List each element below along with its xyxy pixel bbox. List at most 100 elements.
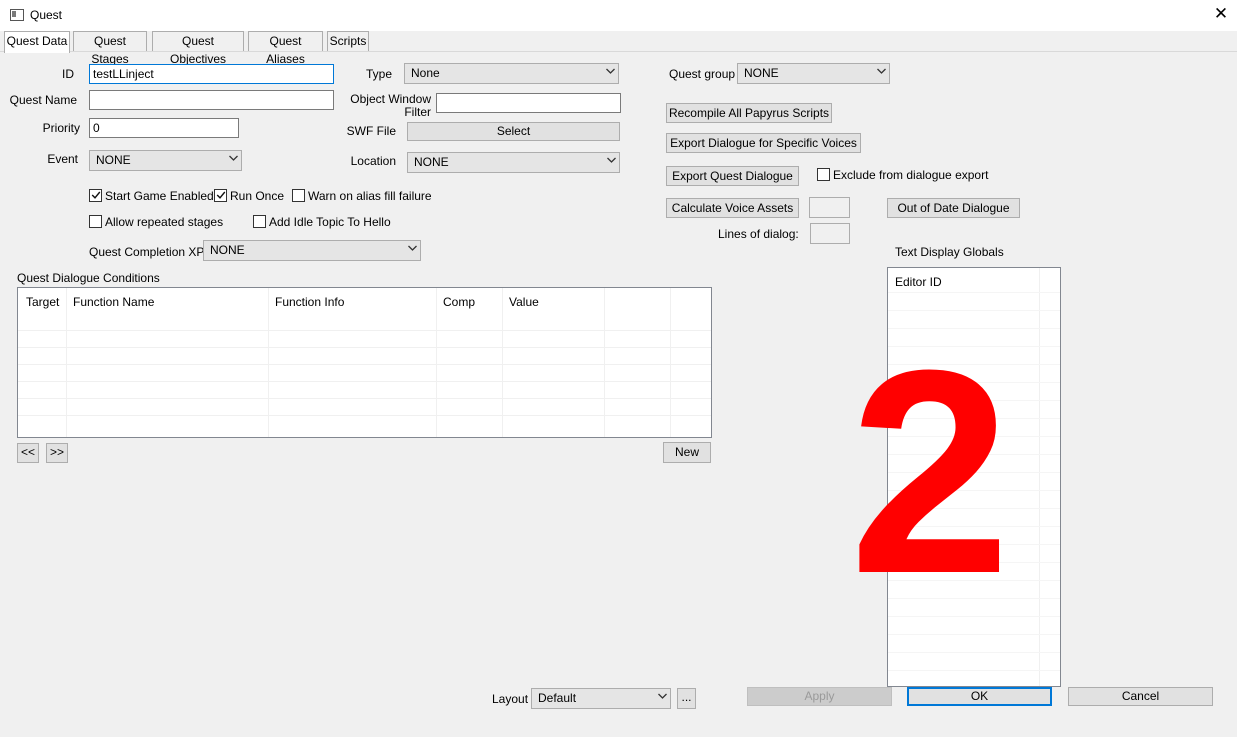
swf-file-label: SWF File (346, 124, 396, 138)
location-value: NONE (414, 155, 449, 169)
row-divider (18, 415, 711, 416)
run-once-checkbox[interactable] (214, 189, 227, 202)
column-header-function-name[interactable]: Function Name (73, 295, 154, 309)
quest-completion-xp-value: NONE (210, 243, 245, 257)
quest-completion-xp-label: Quest Completion XP (89, 245, 205, 259)
window-title: Quest (30, 8, 63, 22)
layout-options-button[interactable]: ... (677, 688, 696, 709)
row-divider (18, 398, 711, 399)
run-once-label[interactable]: Run Once (230, 189, 284, 203)
start-game-enabled-checkbox[interactable] (89, 189, 102, 202)
lines-of-dialog-field (810, 223, 850, 244)
next-page-button[interactable]: >> (46, 443, 68, 463)
priority-input[interactable]: 0 (89, 118, 239, 138)
layout-label: Layout (492, 692, 529, 706)
tab-scripts[interactable]: Scripts (327, 31, 369, 51)
start-game-enabled-label[interactable]: Start Game Enabled (105, 189, 214, 203)
layout-dropdown[interactable]: Default (531, 688, 671, 709)
text-display-globals-label: Text Display Globals (895, 245, 1004, 259)
event-value: NONE (96, 153, 131, 167)
apply-button[interactable]: Apply (747, 687, 892, 706)
event-label: Event (47, 152, 78, 166)
conditions-label: Quest Dialogue Conditions (17, 271, 160, 285)
chevron-down-icon (408, 245, 417, 252)
check-icon (91, 191, 101, 199)
warn-alias-checkbox[interactable] (292, 189, 305, 202)
quest-name-label: Quest Name (9, 93, 77, 107)
warn-alias-label[interactable]: Warn on alias fill failure (308, 189, 432, 203)
row-divider (18, 330, 711, 331)
row-divider (888, 292, 1060, 293)
quest-group-dropdown[interactable]: NONE (737, 63, 890, 84)
new-condition-button[interactable]: New (663, 442, 711, 463)
quest-group-value: NONE (744, 66, 779, 80)
app-icon (10, 9, 24, 21)
row-divider (18, 381, 711, 382)
swf-select-button[interactable]: Select (407, 122, 620, 141)
type-value: None (411, 66, 440, 80)
location-label: Location (350, 154, 396, 168)
location-dropdown[interactable]: NONE (407, 152, 620, 173)
object-window-filter-input[interactable] (436, 93, 621, 113)
type-label: Type (365, 67, 392, 81)
cancel-button[interactable]: Cancel (1068, 687, 1213, 706)
out-of-date-dialogue-button[interactable]: Out of Date Dialogue (887, 198, 1020, 218)
row-divider (888, 670, 1060, 671)
chevron-down-icon (606, 68, 615, 75)
prev-page-button[interactable]: << (17, 443, 39, 463)
row-divider (888, 616, 1060, 617)
column-header-function-info[interactable]: Function Info (275, 295, 344, 309)
type-dropdown[interactable]: None (404, 63, 619, 84)
quest-name-input[interactable] (89, 90, 334, 110)
overlay-number-two: 2 (849, 362, 1010, 582)
overlay-number-text: 2 (849, 362, 1010, 582)
column-header-comp[interactable]: Comp (443, 295, 475, 309)
quest-group-label: Quest group (669, 67, 736, 81)
row-divider (888, 310, 1060, 311)
tab-quest-objectives[interactable]: Quest Objectives (152, 31, 244, 66)
event-dropdown[interactable]: NONE (89, 150, 242, 171)
lines-of-dialog-label: Lines of dialog: (718, 227, 799, 241)
id-label: ID (62, 67, 74, 81)
check-icon (216, 191, 226, 199)
exclude-dialogue-export-label[interactable]: Exclude from dialogue export (833, 168, 988, 182)
conditions-table[interactable]: Target Function Name Function Info Comp … (17, 287, 712, 438)
exclude-dialogue-export-checkbox[interactable] (817, 168, 830, 181)
tab-quest-stages[interactable]: Quest Stages (73, 31, 147, 66)
row-divider (888, 328, 1060, 329)
tab-quest-aliases[interactable]: Quest Aliases (248, 31, 323, 66)
add-idle-topic-checkbox[interactable] (253, 215, 266, 228)
row-divider (888, 652, 1060, 653)
close-icon[interactable]: ✕ (1212, 4, 1230, 24)
chevron-down-icon (877, 68, 886, 75)
calculate-voice-assets-button[interactable]: Calculate Voice Assets (666, 198, 799, 218)
column-header-target[interactable]: Target (26, 295, 59, 309)
layout-value: Default (538, 691, 577, 705)
column-header-editor-id[interactable]: Editor ID (895, 275, 942, 289)
row-divider (888, 346, 1060, 347)
quest-completion-xp-dropdown[interactable]: NONE (203, 240, 421, 261)
column-header-value[interactable]: Value (509, 295, 539, 309)
row-divider (888, 598, 1060, 599)
object-window-filter-label-1: Object Window (350, 92, 431, 106)
tab-quest-data[interactable]: Quest Data (4, 31, 70, 53)
export-quest-dialogue-button[interactable]: Export Quest Dialogue (666, 166, 799, 186)
chevron-down-icon (229, 155, 238, 162)
export-specific-voices-button[interactable]: Export Dialogue for Specific Voices (666, 133, 861, 153)
priority-label: Priority (42, 121, 80, 135)
chevron-down-icon (658, 693, 667, 700)
allow-repeated-stages-label[interactable]: Allow repeated stages (105, 215, 223, 229)
object-window-filter-label-2: Filter (404, 105, 431, 119)
row-divider (888, 634, 1060, 635)
chevron-down-icon (607, 157, 616, 164)
row-divider (18, 364, 711, 365)
voice-assets-field (809, 197, 850, 218)
column-divider (1039, 268, 1040, 686)
row-divider (18, 347, 711, 348)
id-input[interactable]: testLLinject (89, 64, 334, 84)
add-idle-topic-label[interactable]: Add Idle Topic To Hello (269, 215, 391, 229)
recompile-scripts-button[interactable]: Recompile All Papyrus Scripts (666, 103, 832, 123)
ok-button[interactable]: OK (907, 687, 1052, 706)
title-bar (0, 0, 1237, 31)
allow-repeated-stages-checkbox[interactable] (89, 215, 102, 228)
